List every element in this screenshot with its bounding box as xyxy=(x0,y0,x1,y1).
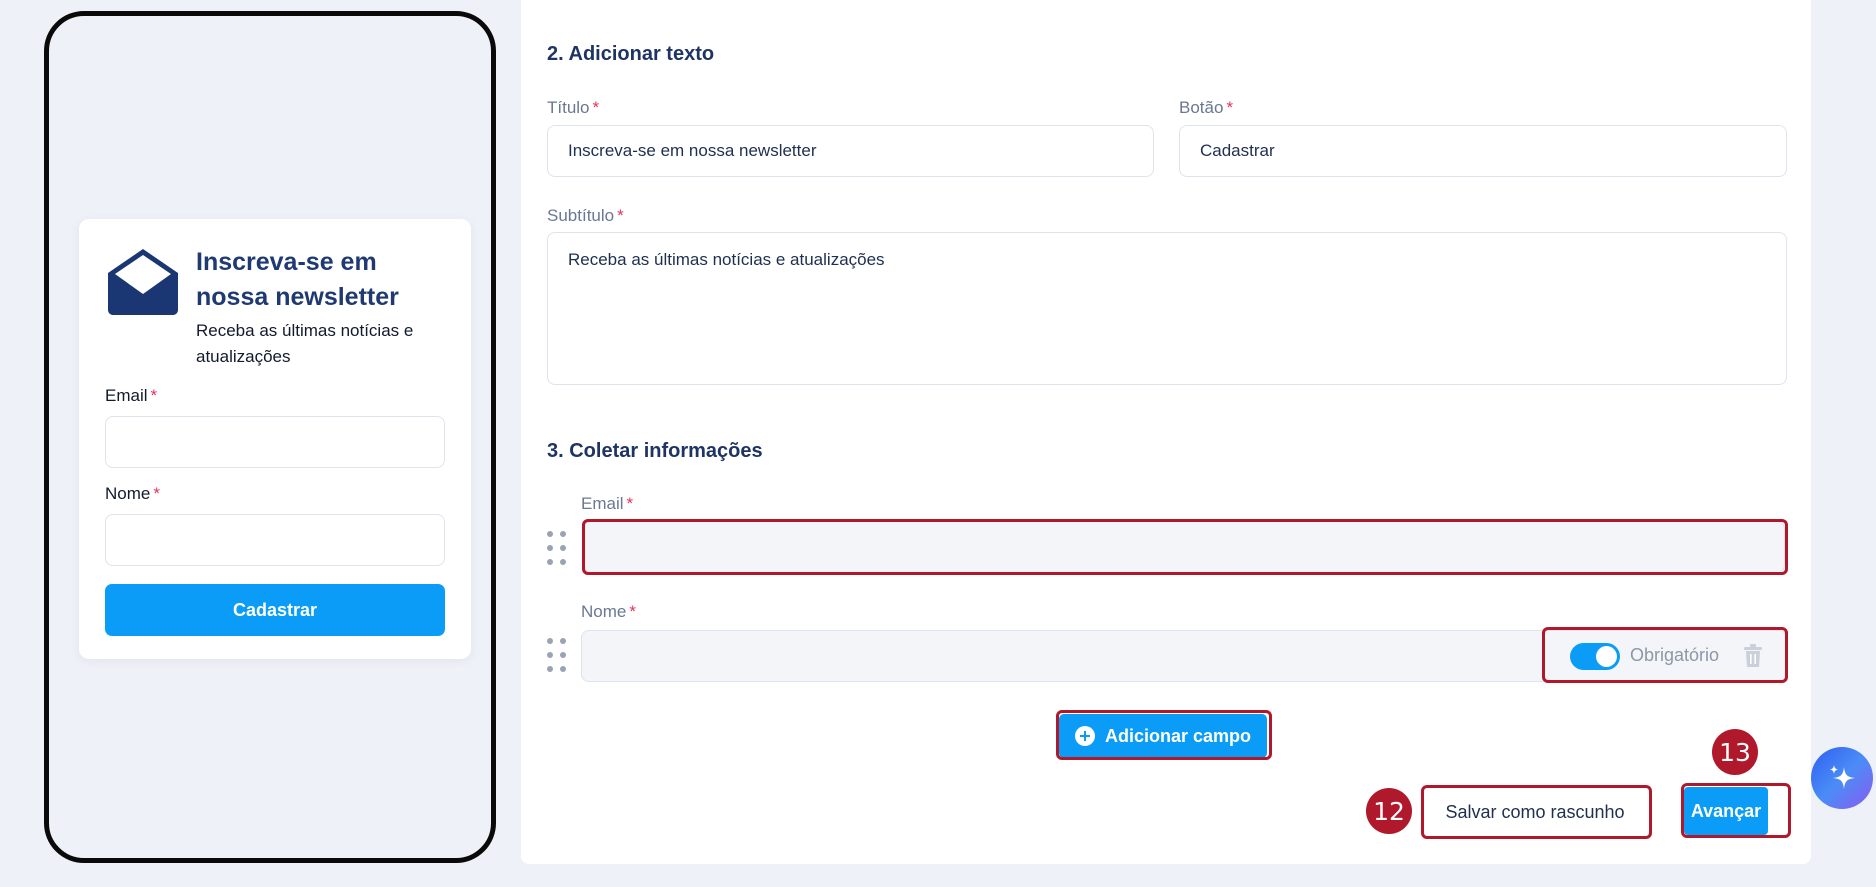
form-editor-panel: 2. Adicionar texto Título * Inscreva-se e… xyxy=(521,0,1811,864)
preview-name-label-text: Nome xyxy=(105,484,151,503)
required-asterisk: * xyxy=(629,602,636,621)
collect-email-label: Email * xyxy=(581,494,633,514)
highlight-next-button xyxy=(1681,783,1791,838)
preview-name-label: Nome * xyxy=(105,484,160,504)
required-asterisk: * xyxy=(592,98,600,117)
preview-email-label: Email * xyxy=(105,386,157,406)
title-label-text: Título xyxy=(547,98,590,117)
trash-icon[interactable] xyxy=(1742,644,1764,668)
title-input[interactable]: Inscreva-se em nossa newsletter xyxy=(547,125,1154,177)
newsletter-preview-card: Inscreva-se em nossa newsletter Receba a… xyxy=(79,219,471,659)
section-add-text-heading: 2. Adicionar texto xyxy=(547,43,715,65)
phone-preview-frame: Inscreva-se em nossa newsletter Receba a… xyxy=(44,11,496,863)
required-asterisk: * xyxy=(626,494,634,513)
preview-name-input[interactable] xyxy=(105,514,445,566)
title-label: Título * xyxy=(547,98,599,118)
highlight-add-field-button xyxy=(1056,710,1272,760)
preview-subtitle: Receba as últimas notícias e atualizaçõe… xyxy=(196,321,414,366)
collect-email-label-text: Email xyxy=(581,494,624,513)
sparkle-icon xyxy=(1830,765,1855,789)
subtitle-label: Subtítulo * xyxy=(547,206,624,226)
preview-title: Inscreva-se em nossa newsletter xyxy=(196,248,399,311)
step-badge-13: 13 xyxy=(1712,729,1758,775)
collect-name-label-text: Nome xyxy=(581,602,627,621)
preview-email-input[interactable] xyxy=(105,416,445,468)
section-collect-info-heading: 3. Coletar informações xyxy=(547,440,763,462)
drag-handle-icon[interactable] xyxy=(547,531,566,569)
envelope-open-icon xyxy=(108,249,178,315)
required-toggle-label: Obrigatório xyxy=(1630,645,1720,665)
drag-handle-icon[interactable] xyxy=(547,638,566,676)
required-asterisk: * xyxy=(153,484,160,503)
required-asterisk: * xyxy=(150,386,158,405)
button-text-label-text: Botão xyxy=(1179,98,1224,117)
subtitle-textarea[interactable]: Receba as últimas notícias e atualizaçõe… xyxy=(547,232,1787,385)
ai-assistant-button[interactable] xyxy=(1811,747,1873,809)
collect-name-label: Nome * xyxy=(581,602,636,622)
highlight-email-field xyxy=(582,519,1788,575)
step-badge-12: 12 xyxy=(1366,788,1412,834)
highlight-save-draft-button xyxy=(1421,785,1652,839)
button-text-label: Botão * xyxy=(1179,98,1233,118)
button-text-input[interactable]: Cadastrar xyxy=(1179,125,1787,177)
preview-email-label-text: Email xyxy=(105,386,148,405)
subtitle-label-text: Subtítulo xyxy=(547,206,615,225)
preview-submit-button[interactable]: Cadastrar xyxy=(105,584,445,636)
required-asterisk: * xyxy=(617,206,624,225)
required-asterisk: * xyxy=(1226,98,1234,117)
required-toggle[interactable] xyxy=(1570,643,1620,670)
